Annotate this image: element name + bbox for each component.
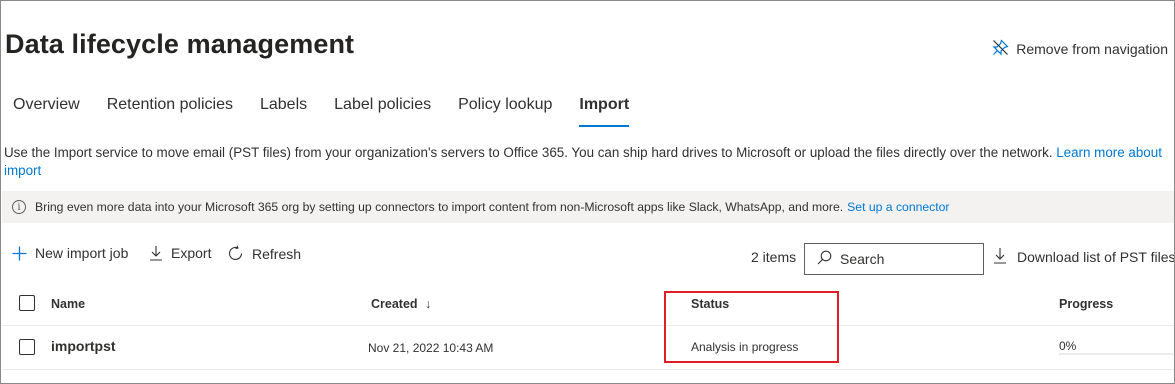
column-header-created[interactable]: Created ↓: [371, 297, 431, 311]
column-header-name[interactable]: Name: [51, 297, 85, 311]
remove-from-navigation-label: Remove from navigation: [1016, 41, 1168, 57]
export-button[interactable]: Export: [149, 245, 211, 261]
new-import-job-button[interactable]: New import job: [12, 245, 128, 261]
tab-import[interactable]: Import: [579, 93, 629, 129]
download-pst-list-button[interactable]: Download list of PST files: [993, 247, 1175, 267]
download-icon: [149, 245, 163, 261]
tab-label-policies[interactable]: Label policies: [334, 93, 431, 129]
export-label: Export: [171, 245, 212, 261]
connector-banner: i Bring even more data into your Microso…: [2, 191, 1174, 223]
tab-bar: Overview Retention policies Labels Label…: [1, 93, 644, 129]
search-placeholder: Search: [840, 251, 885, 267]
select-all-checkbox[interactable]: [19, 295, 35, 311]
new-import-job-label: New import job: [35, 245, 129, 261]
row-checkbox[interactable]: [19, 339, 35, 355]
import-description-text: Use the Import service to move email (PS…: [4, 145, 1053, 160]
tab-retention-policies[interactable]: Retention policies: [107, 93, 233, 129]
import-description: Use the Import service to move email (PS…: [4, 144, 1172, 180]
banner-text: Bring even more data into your Microsoft…: [35, 200, 844, 214]
tab-overview[interactable]: Overview: [13, 93, 80, 129]
remove-from-navigation-button[interactable]: Remove from navigation: [992, 39, 1168, 59]
unpin-icon: [992, 39, 1016, 59]
column-header-created-label: Created: [371, 297, 418, 311]
refresh-button[interactable]: Refresh: [227, 245, 301, 262]
info-icon: i: [12, 200, 26, 214]
search-icon: [817, 250, 840, 268]
row-created: Nov 21, 2022 10:43 AM: [368, 341, 494, 355]
download-pst-list-label: Download list of PST files: [1017, 249, 1175, 265]
column-header-progress[interactable]: Progress: [1059, 297, 1113, 311]
tab-labels[interactable]: Labels: [260, 93, 307, 129]
row-divider: [2, 369, 1174, 370]
item-count: 2 items: [751, 249, 797, 265]
download-icon: [993, 247, 1017, 267]
status-highlight-box: [664, 291, 839, 363]
app-frame: Data lifecycle management Remove from na…: [0, 0, 1175, 384]
row-name[interactable]: importpst: [51, 338, 116, 354]
row-progress-bar: [1059, 353, 1173, 355]
set-up-connector-link[interactable]: Set up a connector: [847, 200, 949, 214]
refresh-label: Refresh: [252, 245, 302, 262]
sort-descending-icon: ↓: [425, 297, 432, 311]
add-icon: [12, 246, 27, 261]
row-progress-label: 0%: [1059, 339, 1077, 353]
search-box[interactable]: Search: [804, 243, 984, 275]
header-divider: [2, 325, 1174, 326]
page-title: Data lifecycle management: [5, 29, 355, 59]
refresh-icon: [227, 245, 244, 262]
tab-policy-lookup[interactable]: Policy lookup: [458, 93, 552, 129]
